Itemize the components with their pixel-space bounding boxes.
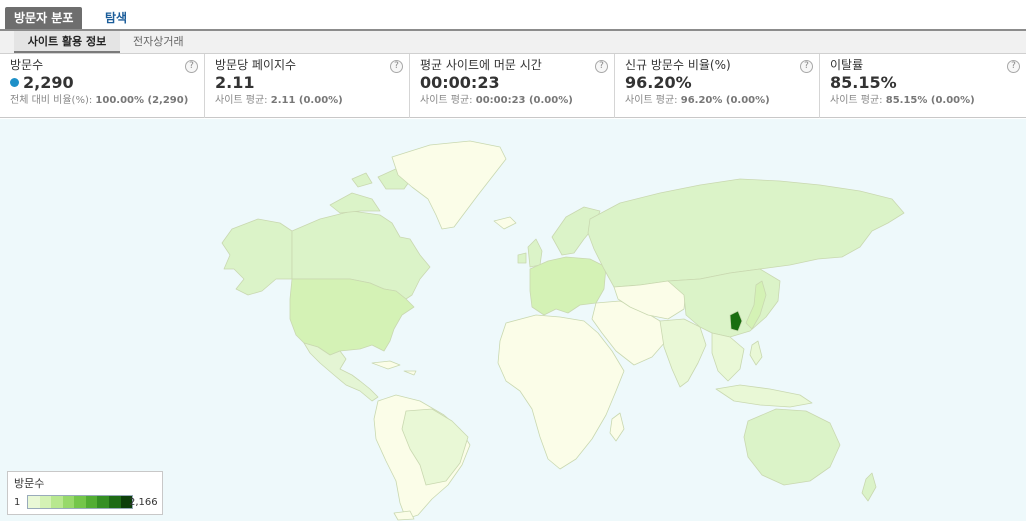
subtab-site-usage[interactable]: 사이트 활용 정보 [14,31,120,53]
metric-comparison: 사이트 평균: 00:00:23 (0.00%) [420,94,614,108]
region-greenland [391,140,507,230]
map-legend: 방문수 1 2,166 [7,471,163,515]
metric-comparison-label: 사이트 평균: [625,95,678,106]
subtab-ecommerce[interactable]: 전자상거래 [133,31,184,53]
legend-color-step [85,496,98,508]
metric-value: 00:00:23 [420,73,500,92]
metric-group-tab-bar: 사이트 활용 정보 전자상거래 [0,31,1026,54]
metrics-summary-row: 방문수 2,290 전체 대비 비율(%): 100.00% (2,290) ?… [0,54,1026,118]
metric-new-visits-rate[interactable]: 신규 방문수 비율(%) 96.20% 사이트 평균: 96.20% (0.00… [615,54,820,118]
region-australia[interactable] [743,408,841,486]
region-mexico[interactable] [303,342,379,402]
metric-avg-time-on-site[interactable]: 평균 사이트에 머문 시간 00:00:23 사이트 평균: 00:00:23 … [410,54,615,118]
metric-title: 평균 사이트에 머문 시간 [420,58,542,72]
metric-comparison-value: 00:00:23 (0.00%) [475,95,573,106]
region-south-islands [393,510,415,521]
legend-max-value: 2,166 [129,497,158,508]
metric-value: 96.20% [625,73,692,92]
help-icon[interactable]: ? [595,60,608,73]
metric-value: 2,290 [10,73,204,93]
metric-comparison-value: 2.11 (0.00%) [270,95,343,106]
tab-visitor-distribution[interactable]: 방문자 분포 [5,7,83,29]
metric-title: 신규 방문수 비율(%) [625,58,731,72]
metric-comparison-value: 85.15% (0.00%) [885,95,975,106]
tab-explore[interactable]: 탐색 [105,7,127,29]
metric-comparison: 전체 대비 비율(%): 100.00% (2,290) [10,94,204,108]
region-india[interactable] [659,318,707,388]
region-southeast-asia[interactable] [711,332,745,382]
metric-comparison-value: 96.20% (0.00%) [680,95,770,106]
world-map-svg [221,140,905,521]
region-alaska[interactable] [221,218,293,296]
metric-comparison-label: 사이트 평균: [215,95,268,106]
legend-color-step [108,496,121,508]
region-new-zealand[interactable] [861,472,877,502]
world-map[interactable] [0,119,1026,521]
metric-title: 이탈률 [830,58,864,72]
region-iceland [493,216,517,230]
metric-value-text: 2,290 [23,73,74,92]
metric-comparison-label: 사이트 평균: [830,95,883,106]
legend-min-value: 1 [14,497,21,508]
legend-color-step [97,496,109,508]
region-europe[interactable] [529,256,607,316]
legend-color-step [39,496,52,508]
region-uk[interactable] [517,238,543,268]
view-tab-bar: 방문자 분포 탐색 [0,0,1026,31]
region-philippines[interactable] [749,340,763,366]
legend-color-step [51,496,63,508]
region-madagascar [609,412,625,442]
metric-comparison-label: 사이트 평균: [420,95,473,106]
metric-comparison: 사이트 평균: 85.15% (0.00%) [830,94,1026,108]
metric-comparison-value: 100.00% (2,290) [95,95,189,106]
help-icon[interactable]: ? [800,60,813,73]
help-icon[interactable]: ? [1007,60,1020,73]
help-icon[interactable]: ? [185,60,198,73]
region-indonesia[interactable] [715,384,813,408]
series-dot-icon [10,78,19,87]
metric-visits[interactable]: 방문수 2,290 전체 대비 비율(%): 100.00% (2,290) ? [0,54,205,118]
metric-title: 방문수 [10,58,44,72]
metric-title: 방문당 페이지수 [215,58,297,72]
legend-color-step [62,496,75,508]
metric-comparison: 사이트 평균: 2.11 (0.00%) [215,94,409,108]
metric-value: 85.15% [830,73,897,92]
metric-bounce-rate[interactable]: 이탈률 85.15% 사이트 평균: 85.15% (0.00%) ? [820,54,1026,118]
legend-title: 방문수 [14,477,45,490]
metric-comparison-label: 전체 대비 비율(%): [10,95,93,106]
metric-comparison: 사이트 평균: 96.20% (0.00%) [625,94,819,108]
help-icon[interactable]: ? [390,60,403,73]
legend-color-step [74,496,86,508]
region-africa[interactable] [497,314,625,470]
metric-pages-per-visit[interactable]: 방문당 페이지수 2.11 사이트 평균: 2.11 (0.00%) ? [205,54,410,118]
legend-color-scale [27,495,133,509]
metric-value: 2.11 [215,73,255,92]
legend-color-step [28,496,40,508]
region-caribbean [371,360,417,376]
